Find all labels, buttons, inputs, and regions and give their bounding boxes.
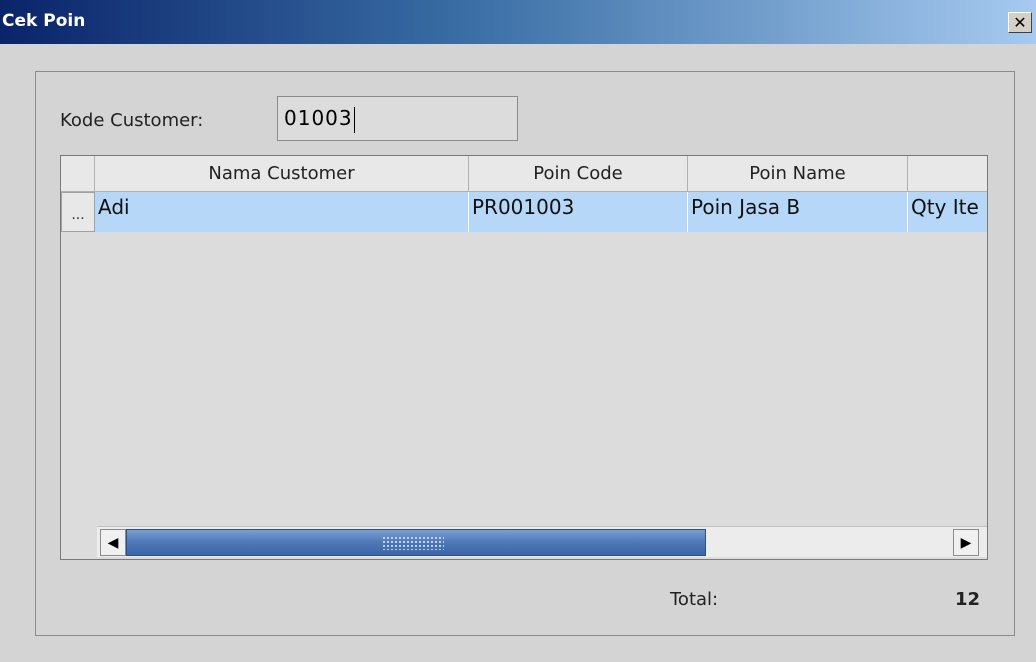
scroll-right-button[interactable]: ▶ xyxy=(953,529,979,556)
poin-table: Nama Customer Poin Code Poin Name ... Ad… xyxy=(60,155,988,560)
close-icon: ✕ xyxy=(1013,12,1027,32)
kode-customer-input[interactable]: 01003 xyxy=(277,96,518,141)
title-bar: Cek Poin ✕ xyxy=(0,0,1036,44)
grip-icon xyxy=(382,536,444,550)
kode-customer-label: Kode Customer: xyxy=(60,110,204,131)
table-corner xyxy=(61,156,95,192)
total-label: Total: xyxy=(670,589,719,610)
table-cell-qty[interactable]: Qty Ite xyxy=(908,192,987,232)
row-header[interactable]: ... xyxy=(61,192,95,232)
close-button[interactable]: ✕ xyxy=(1008,12,1032,33)
left-arrow-icon: ◀ xyxy=(107,534,119,551)
right-arrow-icon: ▶ xyxy=(960,534,972,551)
table-cell-nama-customer[interactable]: Adi xyxy=(95,192,469,232)
column-header-nama-customer[interactable]: Nama Customer xyxy=(95,156,469,192)
column-header-qty[interactable] xyxy=(908,156,987,192)
table-cell-poin-code[interactable]: PR001003 xyxy=(469,192,688,232)
column-header-poin-code[interactable]: Poin Code xyxy=(469,156,688,192)
scroll-left-button[interactable]: ◀ xyxy=(100,529,126,556)
column-header-poin-name[interactable]: Poin Name xyxy=(688,156,908,192)
table-cell-poin-name[interactable]: Poin Jasa B xyxy=(688,192,908,232)
window-title: Cek Poin xyxy=(2,11,86,31)
text-caret xyxy=(353,106,355,133)
total-value: 12 xyxy=(955,589,981,610)
horizontal-scrollbar[interactable]: ◀ ▶ xyxy=(97,526,987,557)
kode-customer-value: 01003 xyxy=(284,106,353,130)
scroll-thumb[interactable] xyxy=(126,529,706,556)
